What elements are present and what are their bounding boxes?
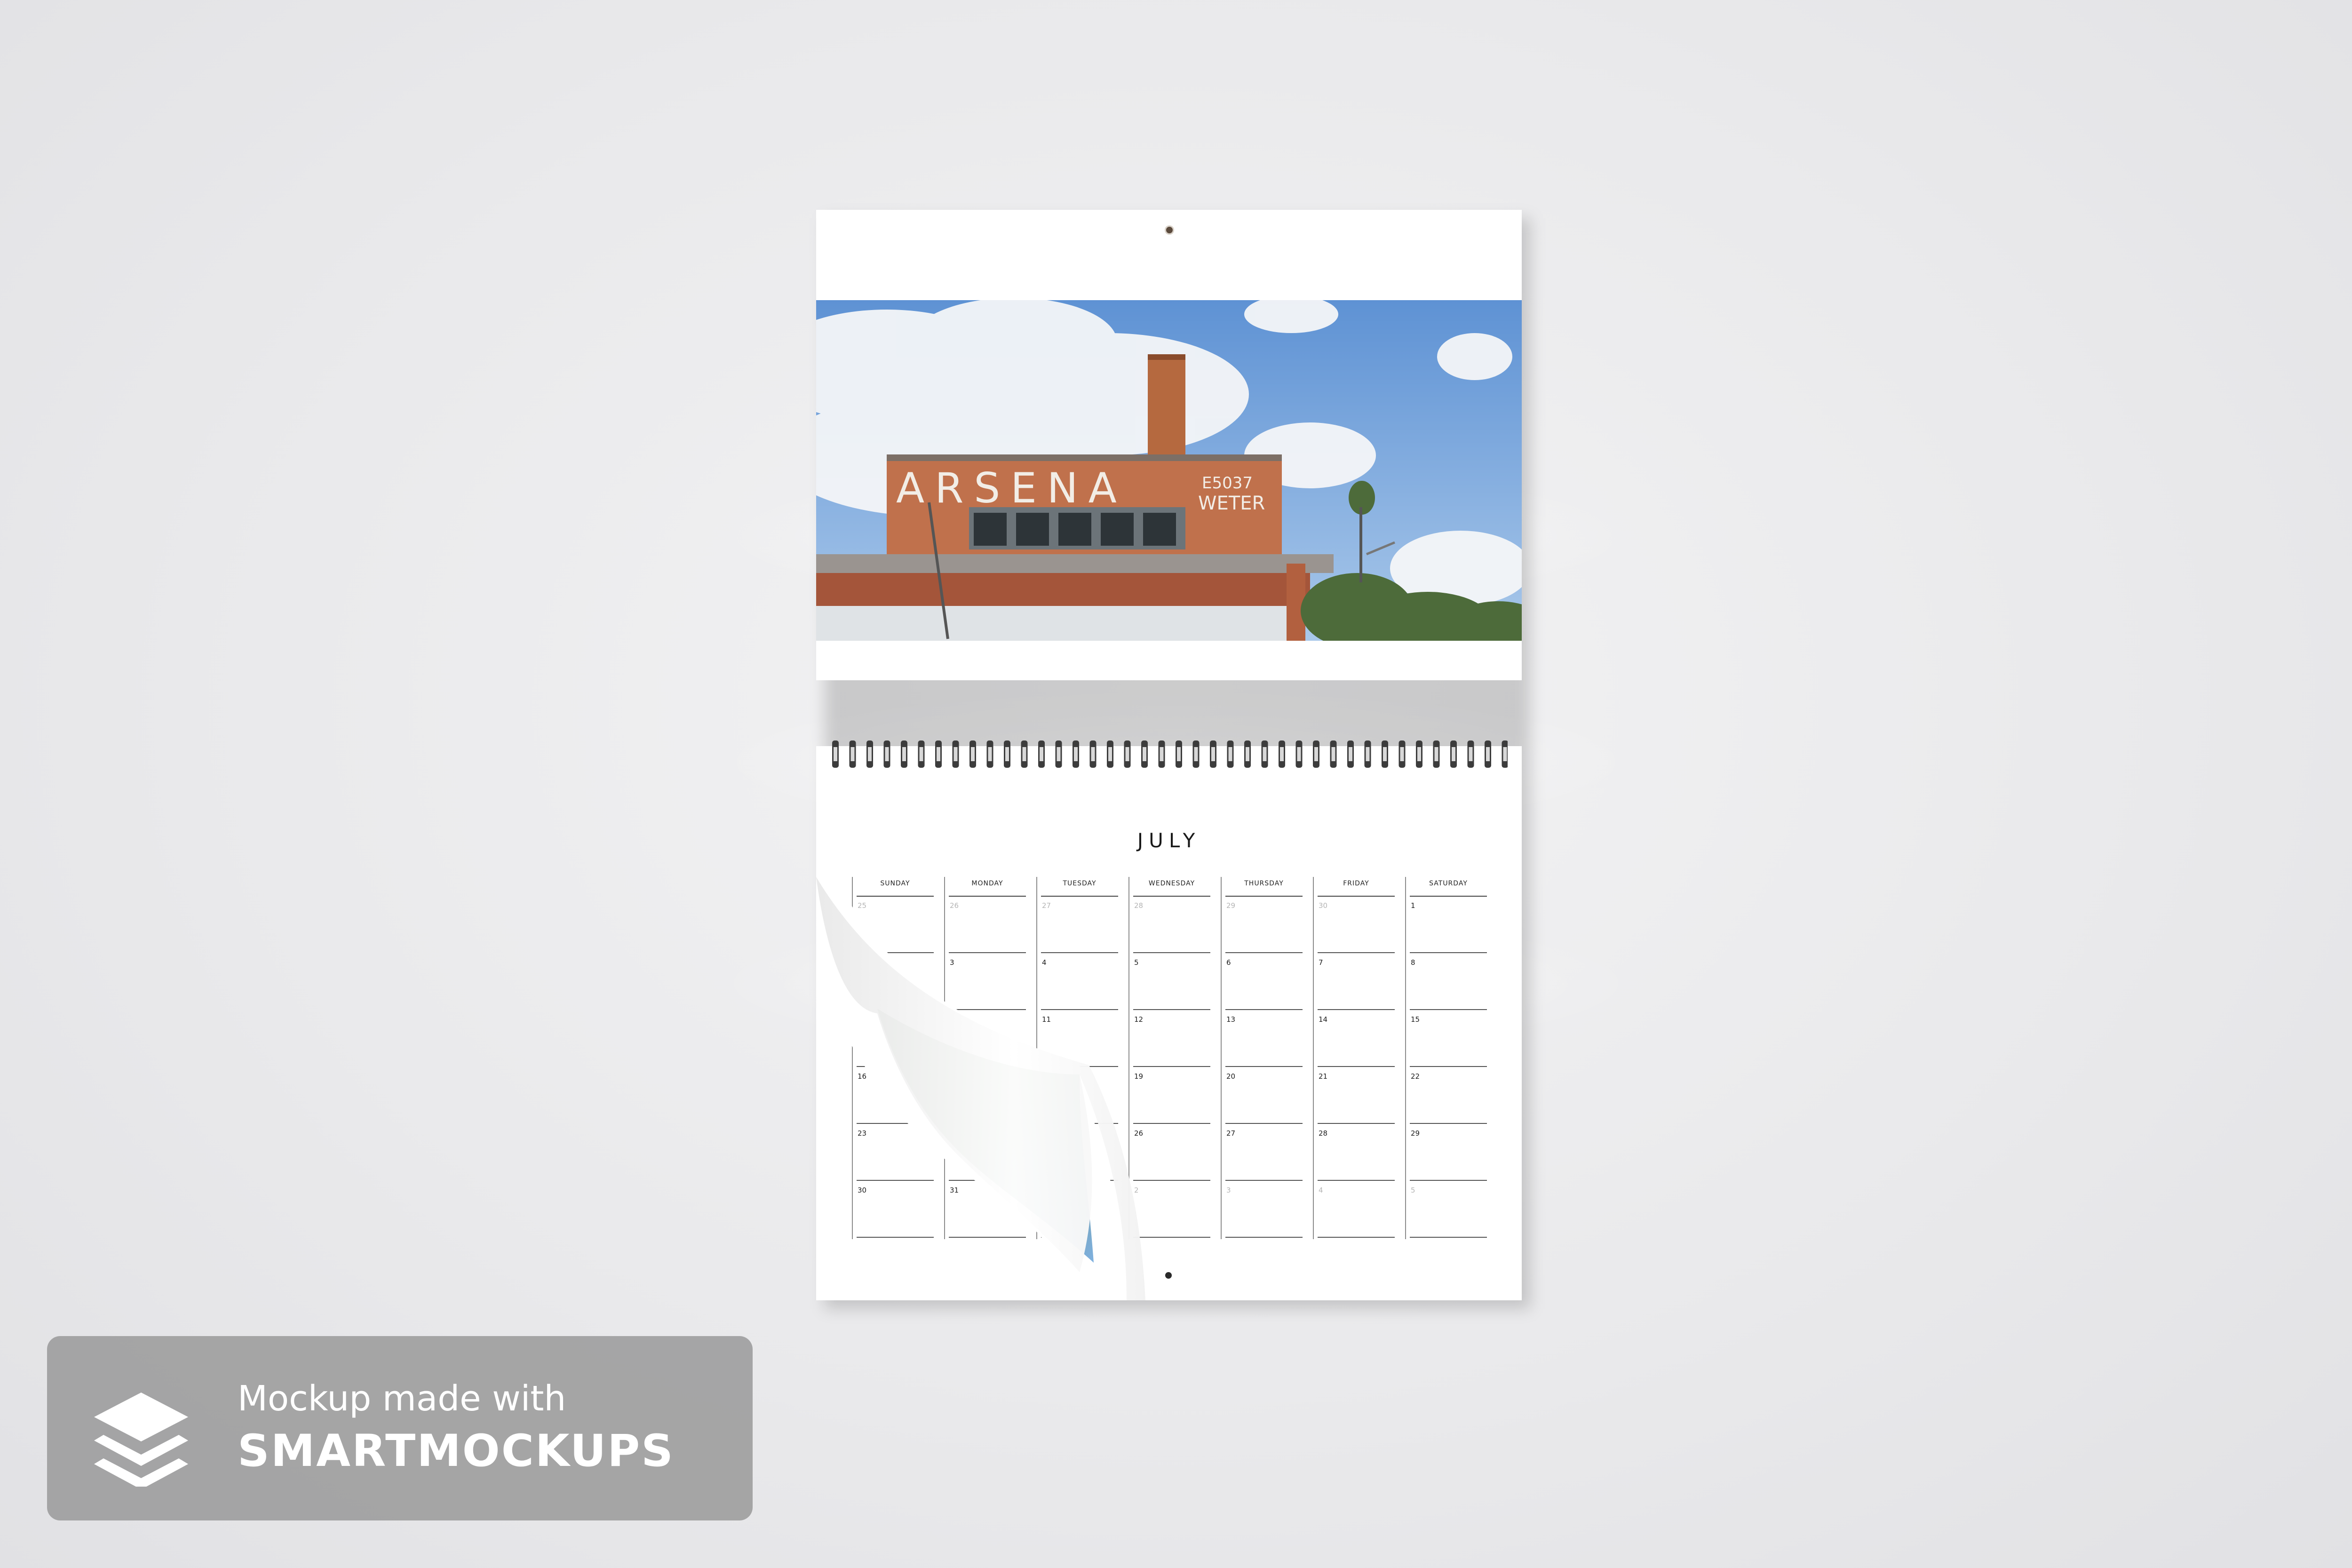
spiral-ring-highlight xyxy=(834,747,837,761)
watermark-line1: Mockup made with xyxy=(238,1378,566,1419)
spiral-ring-highlight xyxy=(1331,747,1335,761)
graffiti-text: WETER xyxy=(1198,493,1265,514)
spiral-ring-highlight xyxy=(1057,747,1061,761)
day-number: 28 xyxy=(1319,1129,1328,1138)
spiral-ring-highlight xyxy=(885,747,889,761)
weekday-header: SATURDAY xyxy=(1429,880,1468,887)
spiral-ring-highlight xyxy=(1194,747,1198,761)
day-cell: 28 xyxy=(1318,1124,1395,1181)
day-cell: 13 xyxy=(1225,1011,1303,1067)
spiral-ring-highlight xyxy=(937,747,940,761)
day-cell: 7 xyxy=(1318,954,1395,1010)
spiral-ring-highlight xyxy=(1074,747,1078,761)
day-number: 20 xyxy=(1226,1072,1236,1081)
day-cell: 20 xyxy=(1225,1067,1303,1124)
day-cell: 5 xyxy=(1410,1181,1487,1238)
day-number: 1 xyxy=(1411,901,1415,910)
spiral-ring-highlight xyxy=(1108,747,1112,761)
day-number: 15 xyxy=(1411,1015,1420,1024)
day-number: 30 xyxy=(1319,901,1328,910)
day-cell: 8 xyxy=(1410,954,1487,1010)
spiral-ring-highlight xyxy=(1417,747,1421,761)
hanging-hole xyxy=(1166,227,1173,233)
day-number: 29 xyxy=(1226,901,1236,910)
spiral-ring-highlight xyxy=(1452,747,1455,761)
spiral-ring-highlight xyxy=(1022,747,1026,761)
spiral-binding xyxy=(832,740,1508,768)
spiral-ring-highlight xyxy=(1503,747,1507,761)
day-number: 14 xyxy=(1319,1015,1328,1024)
day-cell: 21 xyxy=(1318,1067,1395,1124)
spiral-ring-highlight xyxy=(1366,747,1370,761)
bottom-hole xyxy=(1165,1272,1172,1279)
watermark-line2: SMARTMOCKUPS xyxy=(238,1425,675,1477)
day-number: 5 xyxy=(1411,1186,1415,1194)
day-number: 7 xyxy=(1319,958,1323,967)
spiral-ring-highlight xyxy=(1125,747,1129,761)
day-column: SATURDAY 1 8 15 22 29 5 xyxy=(1405,877,1491,1239)
day-column: FRIDAY 30 7 14 21 28 4 xyxy=(1313,877,1398,1239)
weekday-header: FRIDAY xyxy=(1343,880,1369,887)
spiral-ring-highlight xyxy=(1400,747,1404,761)
spiral-ring-highlight xyxy=(1005,747,1009,761)
day-number: 27 xyxy=(1226,1129,1236,1138)
spiral-ring-highlight xyxy=(1040,747,1043,761)
spiral-ring-highlight xyxy=(902,747,906,761)
spiral-ring-highlight xyxy=(1434,747,1438,761)
calendar-photo: ARSENA E5037 WETER xyxy=(816,300,1522,641)
layers-icon xyxy=(94,1393,188,1487)
day-number: 13 xyxy=(1226,1015,1236,1024)
day-cell: 4 xyxy=(1318,1181,1395,1238)
day-number: 29 xyxy=(1411,1129,1420,1138)
day-cell: 27 xyxy=(1225,1124,1303,1181)
spiral-ring-highlight xyxy=(1228,747,1232,761)
spiral-ring-highlight xyxy=(1280,747,1284,761)
day-number: 6 xyxy=(1226,958,1231,967)
day-column: THURSDAY 29 6 13 20 27 3 xyxy=(1221,877,1306,1239)
day-cell: 1 xyxy=(1410,897,1487,953)
day-cell: 29 xyxy=(1225,897,1303,953)
spiral-ring-highlight xyxy=(1383,747,1387,761)
spiral-ring-highlight xyxy=(1297,747,1301,761)
spiral-ring-highlight xyxy=(1314,747,1318,761)
day-number: 21 xyxy=(1319,1072,1328,1081)
spiral-ring-highlight xyxy=(954,747,958,761)
spiral-ring-highlight xyxy=(1246,747,1249,761)
day-number: 4 xyxy=(1319,1186,1323,1194)
day-cell: 22 xyxy=(1410,1067,1487,1124)
day-cell: 29 xyxy=(1410,1124,1487,1181)
spiral-ring-highlight xyxy=(971,747,975,761)
calendar-top-page: ARSENA E5037 WETER xyxy=(816,210,1522,680)
spiral-ring-highlight xyxy=(919,747,923,761)
spiral-ring-highlight xyxy=(1091,747,1095,761)
wall-calendar: ARSENA E5037 WETER JULY SUNDAY 25 16 23 … xyxy=(816,210,1530,1309)
spiral-ring-highlight xyxy=(1160,747,1164,761)
spiral-ring-highlight xyxy=(850,747,855,761)
spiral-ring-highlight xyxy=(1263,747,1267,761)
day-cell: 14 xyxy=(1318,1011,1395,1067)
weekday-header: THURSDAY xyxy=(1244,880,1284,887)
month-title: JULY xyxy=(1137,829,1201,852)
spiral-ring-highlight xyxy=(1349,747,1352,761)
spiral-ring-highlight xyxy=(868,747,872,761)
smartmockups-watermark: Mockup made with SMARTMOCKUPS xyxy=(47,1336,753,1520)
day-cell: 6 xyxy=(1225,954,1303,1010)
day-number: 8 xyxy=(1411,958,1415,967)
graffiti-text: E5037 xyxy=(1202,474,1253,493)
day-cell: 15 xyxy=(1410,1011,1487,1067)
day-cell: 3 xyxy=(1225,1181,1303,1238)
spiral-ring-highlight xyxy=(1469,747,1473,761)
day-cell: 30 xyxy=(1318,897,1395,953)
day-number: 22 xyxy=(1411,1072,1420,1081)
spiral-ring-highlight xyxy=(1177,747,1181,761)
spiral-ring-highlight xyxy=(1211,747,1215,761)
spiral-ring-highlight xyxy=(1486,747,1490,761)
day-number: 3 xyxy=(1226,1186,1231,1194)
page-curl xyxy=(816,877,1145,1300)
spiral-ring-highlight xyxy=(1143,747,1146,761)
spiral-ring-highlight xyxy=(988,747,992,761)
